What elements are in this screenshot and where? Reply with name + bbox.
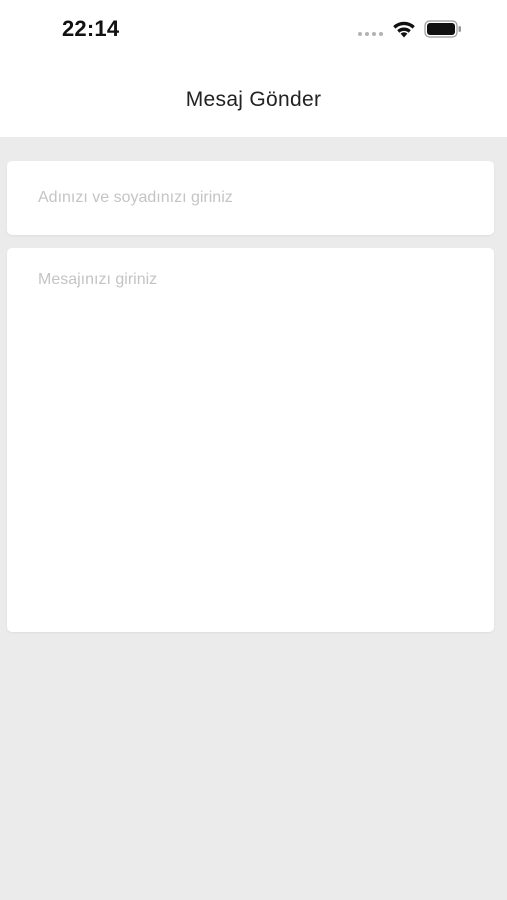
message-field-card [7,248,494,632]
signal-dots-icon [358,32,383,36]
name-field-card [7,161,494,235]
name-input[interactable] [7,161,494,235]
battery-icon [424,20,461,38]
nav-bar: Mesaj Gönder [0,60,507,137]
page-title: Mesaj Gönder [185,88,322,111]
status-bar: 22:14 [0,0,507,60]
wifi-icon [393,21,415,38]
message-input[interactable] [7,248,494,632]
status-time: 22:14 [62,16,120,41]
message-form [0,137,507,900]
